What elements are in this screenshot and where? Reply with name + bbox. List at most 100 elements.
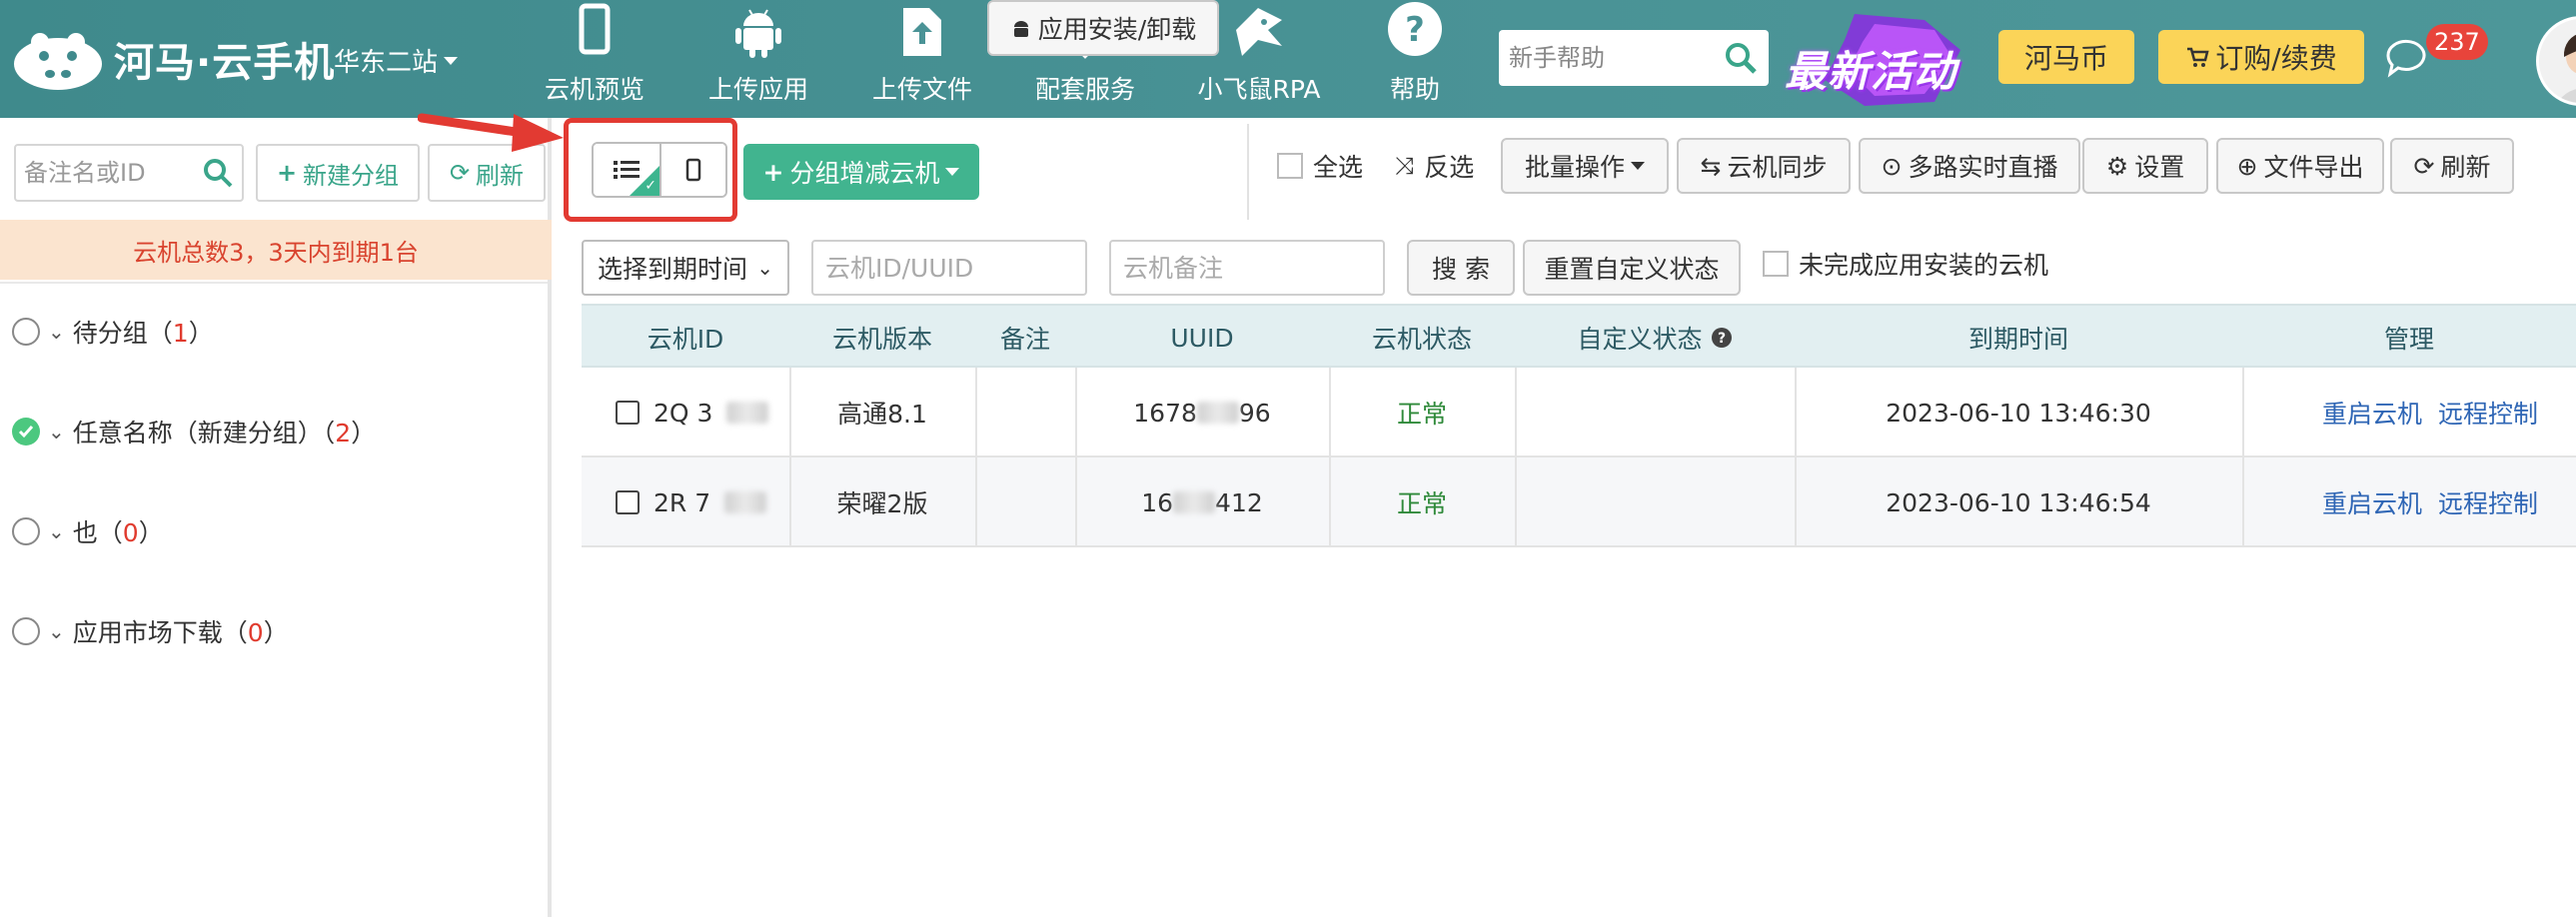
batch-operations-button[interactable]: 批量操作 (1501, 138, 1669, 194)
expiry-notice: 云机总数3，3天内到期1台 (0, 220, 552, 280)
group-item-ye[interactable]: ⌄ 也（0） (12, 511, 164, 551)
group-radio[interactable] (12, 617, 40, 645)
search-button[interactable]: 搜 索 (1407, 240, 1515, 296)
group-radio[interactable] (12, 318, 40, 346)
column-header-custom-status: 自定义状态 ? (1515, 306, 1795, 370)
remote-control-link[interactable]: 远程控制 (2438, 484, 2538, 520)
row-checkbox[interactable] (616, 490, 640, 514)
device-id-cell: 2Q 3 (582, 368, 789, 458)
incomplete-install-label: 未完成应用安装的云机 (1799, 251, 2049, 280)
custom-status (1515, 368, 1795, 458)
device-id-uuid-input[interactable] (825, 253, 1073, 283)
checkbox[interactable] (1763, 251, 1789, 277)
redacted-blur (726, 402, 769, 424)
redacted-blur (1173, 491, 1216, 513)
search-icon[interactable] (1723, 40, 1759, 76)
select-all-checkbox[interactable]: 全选 (1277, 138, 1363, 194)
avatar[interactable] (2536, 16, 2576, 106)
expiry-time: 2023-06-10 13:46:54 (1886, 487, 2151, 517)
settings-button[interactable]: ⚙ 设置 (2082, 138, 2208, 194)
add-devices-label: 分组增减云机 (789, 159, 940, 188)
user-avatar-icon (2557, 34, 2576, 103)
nav-label: 上传应用 (707, 75, 808, 104)
table-row[interactable]: 2Q 3 高通8.1 1678 96 正常 2023-06-10 13:46:30… (582, 368, 2576, 458)
group-item-any-name[interactable]: ⌄ 任意名称（新建分组）（2） (12, 412, 376, 452)
order-label: 订购/续费 (2215, 42, 2337, 75)
table-row[interactable]: 2R 7 荣曜2版 16 412 正常 2023-06-10 13:46:54 重… (582, 458, 2576, 547)
remote-control-link[interactable]: 远程控制 (2438, 395, 2538, 431)
device-id-field (811, 240, 1087, 296)
group-radio-checked[interactable] (12, 418, 40, 446)
redacted-blur (724, 491, 767, 513)
invert-selection-button[interactable]: ⤨ 反选 (1395, 138, 1474, 194)
logo[interactable]: 河马·云手机 (10, 22, 335, 96)
expiry-time: 2023-06-10 13:46:30 (1886, 398, 2151, 428)
device-version: 荣曜2版 (836, 489, 928, 518)
expiry-time-select[interactable]: 选择到期时间 ⌄ (582, 240, 789, 296)
hippo-coin-button[interactable]: 河马币 (1998, 30, 2134, 84)
refresh-icon: ⟳ (449, 159, 471, 187)
column-header: UUID (1170, 323, 1234, 353)
new-group-button[interactable]: + 新建分组 (256, 144, 420, 202)
group-item-app-market[interactable]: ⌄ 应用市场下载（0） (12, 611, 289, 651)
row-checkbox[interactable] (616, 401, 640, 425)
list-view-button[interactable]: ✓ (594, 144, 661, 196)
android-icon (735, 9, 781, 58)
device-version: 高通8.1 (837, 400, 927, 429)
group-item-ungrouped[interactable]: ⌄ 待分组（1） (12, 312, 214, 352)
annotation-arrow-icon (418, 113, 564, 152)
actions-cell: 重启云机 远程控制 (2242, 368, 2576, 458)
grid-view-button[interactable] (661, 144, 725, 196)
reset-custom-status-button[interactable]: 重置自定义状态 (1523, 240, 1741, 296)
chevron-down-icon: ⌄ (756, 256, 773, 280)
download-circle-icon: ⊕ (2236, 151, 2258, 181)
cloud-sync-button[interactable]: ⇆ 云机同步 (1677, 138, 1851, 194)
search-icon[interactable] (202, 157, 234, 189)
message-count-badge: 237 (2426, 24, 2488, 60)
top-nav-bar: 河马·云手机 华东二站 云机预览 上传应用 上传文件 配套服务 小飞鼠RPA ?… (0, 0, 2576, 118)
sidebar-search-box (14, 144, 244, 202)
incomplete-install-checkbox[interactable]: 未完成应用安装的云机 (1763, 236, 2048, 292)
nav-upload-file[interactable]: 上传文件 (867, 0, 977, 118)
note-id-search-input[interactable] (24, 159, 194, 187)
refresh-label: 刷新 (2440, 153, 2491, 182)
caret-down-icon (444, 56, 459, 65)
add-devices-to-group-button[interactable]: + 分组增减云机 (743, 144, 979, 200)
hippo-logo-icon (14, 33, 102, 90)
restart-device-link[interactable]: 重启云机 (2322, 395, 2422, 431)
help-search-input[interactable] (1509, 44, 1709, 72)
upload-file-icon (903, 8, 941, 56)
column-header: 备注 (999, 325, 1050, 354)
column-header: 到期时间 (1967, 325, 2068, 354)
order-renew-button[interactable]: 订购/续费 (2158, 30, 2364, 84)
refresh-button[interactable]: ⟳ 刷新 (2390, 138, 2514, 194)
flying-squirrel-icon (1236, 8, 1282, 56)
group-name: 待分组（1） (72, 319, 214, 348)
nav-upload-app[interactable]: 上传应用 (703, 0, 813, 118)
promo-banner[interactable]: 最新活动 (1785, 10, 1966, 108)
device-note (975, 368, 1075, 458)
file-export-button[interactable]: ⊕ 文件导出 (2216, 138, 2384, 194)
checkbox[interactable] (1277, 153, 1303, 179)
select-all-label: 全选 (1313, 153, 1364, 182)
message-icon[interactable] (2384, 36, 2428, 80)
sync-label: 云机同步 (1727, 153, 1828, 182)
restart-device-link[interactable]: 重启云机 (2322, 484, 2422, 520)
nav-label: 上传文件 (871, 75, 972, 104)
group-radio[interactable] (12, 517, 40, 545)
nav-help[interactable]: ? 帮助 (1363, 0, 1467, 118)
nav-label: 帮助 (1389, 75, 1440, 104)
nav-cloud-preview[interactable]: 云机预览 (540, 0, 649, 118)
multi-live-button[interactable]: ⊙ 多路实时直播 (1859, 138, 2080, 194)
station-dropdown[interactable]: 华东二站 (334, 42, 459, 79)
svg-text:?: ? (1405, 10, 1425, 50)
device-note-input[interactable] (1123, 253, 1371, 283)
expiry-select-value: 选择到期时间 (598, 255, 748, 284)
batch-label: 批量操作 (1524, 153, 1625, 182)
logo-text: 河马·云手机 (114, 40, 336, 86)
app-install-uninstall-button[interactable]: 应用安装/卸载 (987, 0, 1219, 56)
refresh-icon: ⟳ (2413, 151, 2435, 181)
live-label: 多路实时直播 (1908, 153, 2058, 182)
question-icon[interactable]: ? (1711, 327, 1733, 349)
column-header-label: 自定义状态 (1577, 325, 1703, 354)
